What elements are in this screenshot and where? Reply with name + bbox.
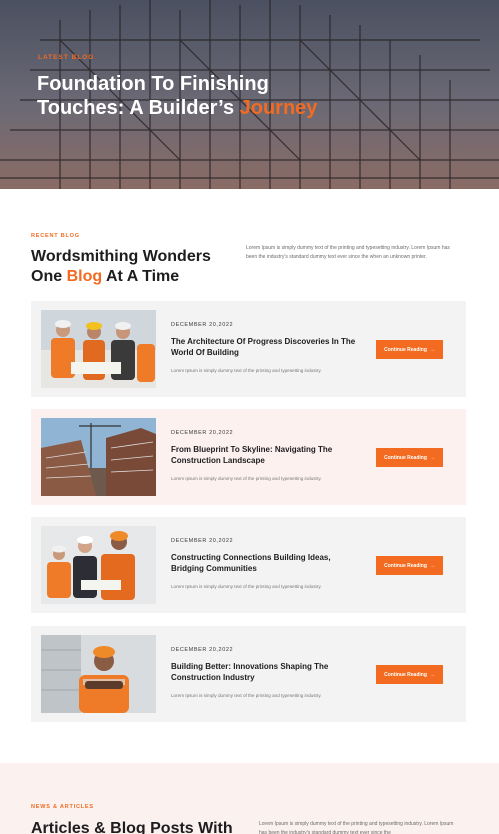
post-date: DECEMBER 20,2022 xyxy=(171,647,234,653)
post-title[interactable]: The Architecture Of Progress Discoveries… xyxy=(171,336,361,358)
recent-title-line1: Wordsmithing Wonders xyxy=(31,248,211,265)
recent-title-prefix: One xyxy=(31,268,67,285)
continue-reading-label: Continue Reading xyxy=(384,671,427,678)
arrow-right-icon: → xyxy=(429,562,435,569)
skyline-construction-image xyxy=(41,418,156,496)
post-title[interactable]: From Blueprint To Skyline: Navigating Th… xyxy=(171,444,361,466)
post-excerpt: Lorem Ipsum is simply dummy text of the … xyxy=(171,584,322,589)
post-title[interactable]: Building Better: Innovations Shaping The… xyxy=(171,661,361,683)
continue-reading-button[interactable]: Continue Reading → xyxy=(376,448,443,467)
post-date: DECEMBER 20,2022 xyxy=(171,538,234,544)
post-excerpt: Lorem Ipsum is simply dummy text of the … xyxy=(171,368,322,373)
post-excerpt: Lorem Ipsum is simply dummy text of the … xyxy=(171,476,322,481)
post-date: DECEMBER 20,2022 xyxy=(171,322,234,328)
continue-reading-label: Continue Reading xyxy=(384,562,427,569)
continue-reading-button[interactable]: Continue Reading → xyxy=(376,665,443,684)
hero-banner: LATEST BLOG Foundation To Finishing Touc… xyxy=(0,0,499,189)
news-section: NEWS & ARTICLES Articles & Blog Posts Wi… xyxy=(0,763,499,834)
recent-title: Wordsmithing Wonders One Blog At A Time xyxy=(31,247,211,287)
blog-card: DECEMBER 20,2022 The Architecture Of Pro… xyxy=(31,301,466,397)
recent-eyebrow: RECENT BLOG xyxy=(31,233,80,239)
news-title: Articles & Blog Posts With xyxy=(31,820,233,834)
continue-reading-button[interactable]: Continue Reading → xyxy=(376,556,443,575)
hero-eyebrow: LATEST BLOG xyxy=(38,54,95,61)
hero-title-line2: Touches: A Builder’s xyxy=(37,97,240,119)
team-review-image xyxy=(41,526,156,604)
recent-title-accent: Blog xyxy=(66,268,103,285)
arrow-right-icon: → xyxy=(429,454,435,461)
continue-reading-label: Continue Reading xyxy=(384,346,427,353)
hero-title: Foundation To Finishing Touches: A Build… xyxy=(37,72,357,120)
arrow-right-icon: → xyxy=(429,671,435,678)
workers-meeting-image xyxy=(41,310,156,388)
blog-card: DECEMBER 20,2022 Building Better: Innova… xyxy=(31,626,466,722)
recent-description: Lorem Ipsum is simply dummy text of the … xyxy=(246,245,450,260)
post-date: DECEMBER 20,2022 xyxy=(171,430,234,436)
blog-card: DECEMBER 20,2022 Constructing Connection… xyxy=(31,517,466,613)
hero-title-accent: Journey xyxy=(239,97,318,119)
blog-card: DECEMBER 20,2022 From Blueprint To Skyli… xyxy=(31,409,466,505)
hero-title-line1: Foundation To Finishing xyxy=(37,73,269,95)
recent-title-suffix: At A Time xyxy=(102,268,180,285)
post-title[interactable]: Constructing Connections Building Ideas,… xyxy=(171,552,361,574)
news-description: Lorem Ipsum is simply dummy text of the … xyxy=(259,821,454,834)
arrow-right-icon: → xyxy=(429,346,435,353)
builder-portrait-image xyxy=(41,635,156,713)
post-excerpt: Lorem Ipsum is simply dummy text of the … xyxy=(171,693,322,698)
continue-reading-button[interactable]: Continue Reading → xyxy=(376,340,443,359)
news-eyebrow: NEWS & ARTICLES xyxy=(31,804,94,810)
continue-reading-label: Continue Reading xyxy=(384,454,427,461)
